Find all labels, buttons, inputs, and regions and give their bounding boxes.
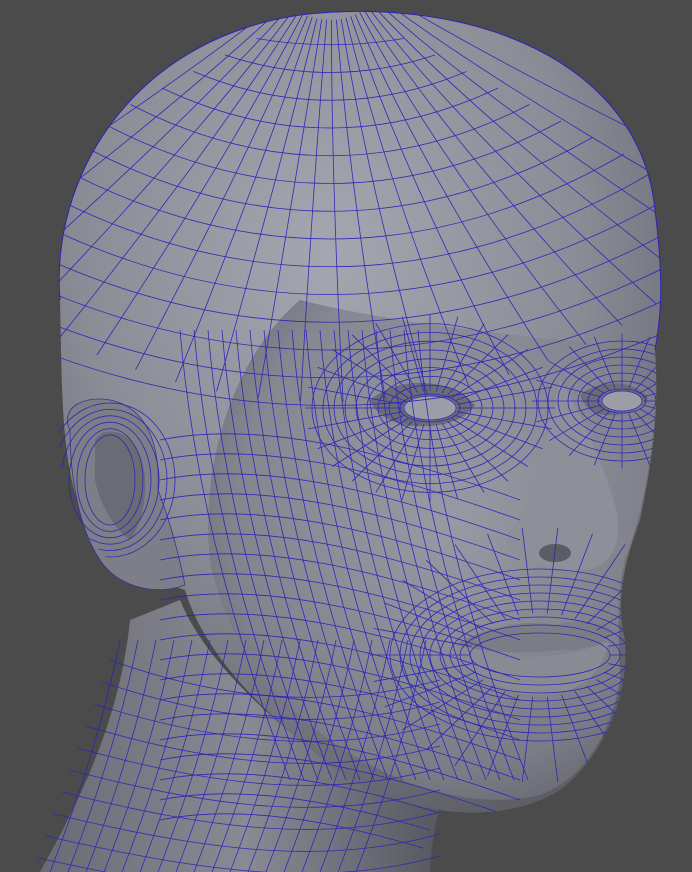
left-eyeball bbox=[601, 390, 643, 412]
3d-viewport[interactable] bbox=[0, 0, 692, 872]
head-wireframe-render bbox=[37, 11, 662, 872]
